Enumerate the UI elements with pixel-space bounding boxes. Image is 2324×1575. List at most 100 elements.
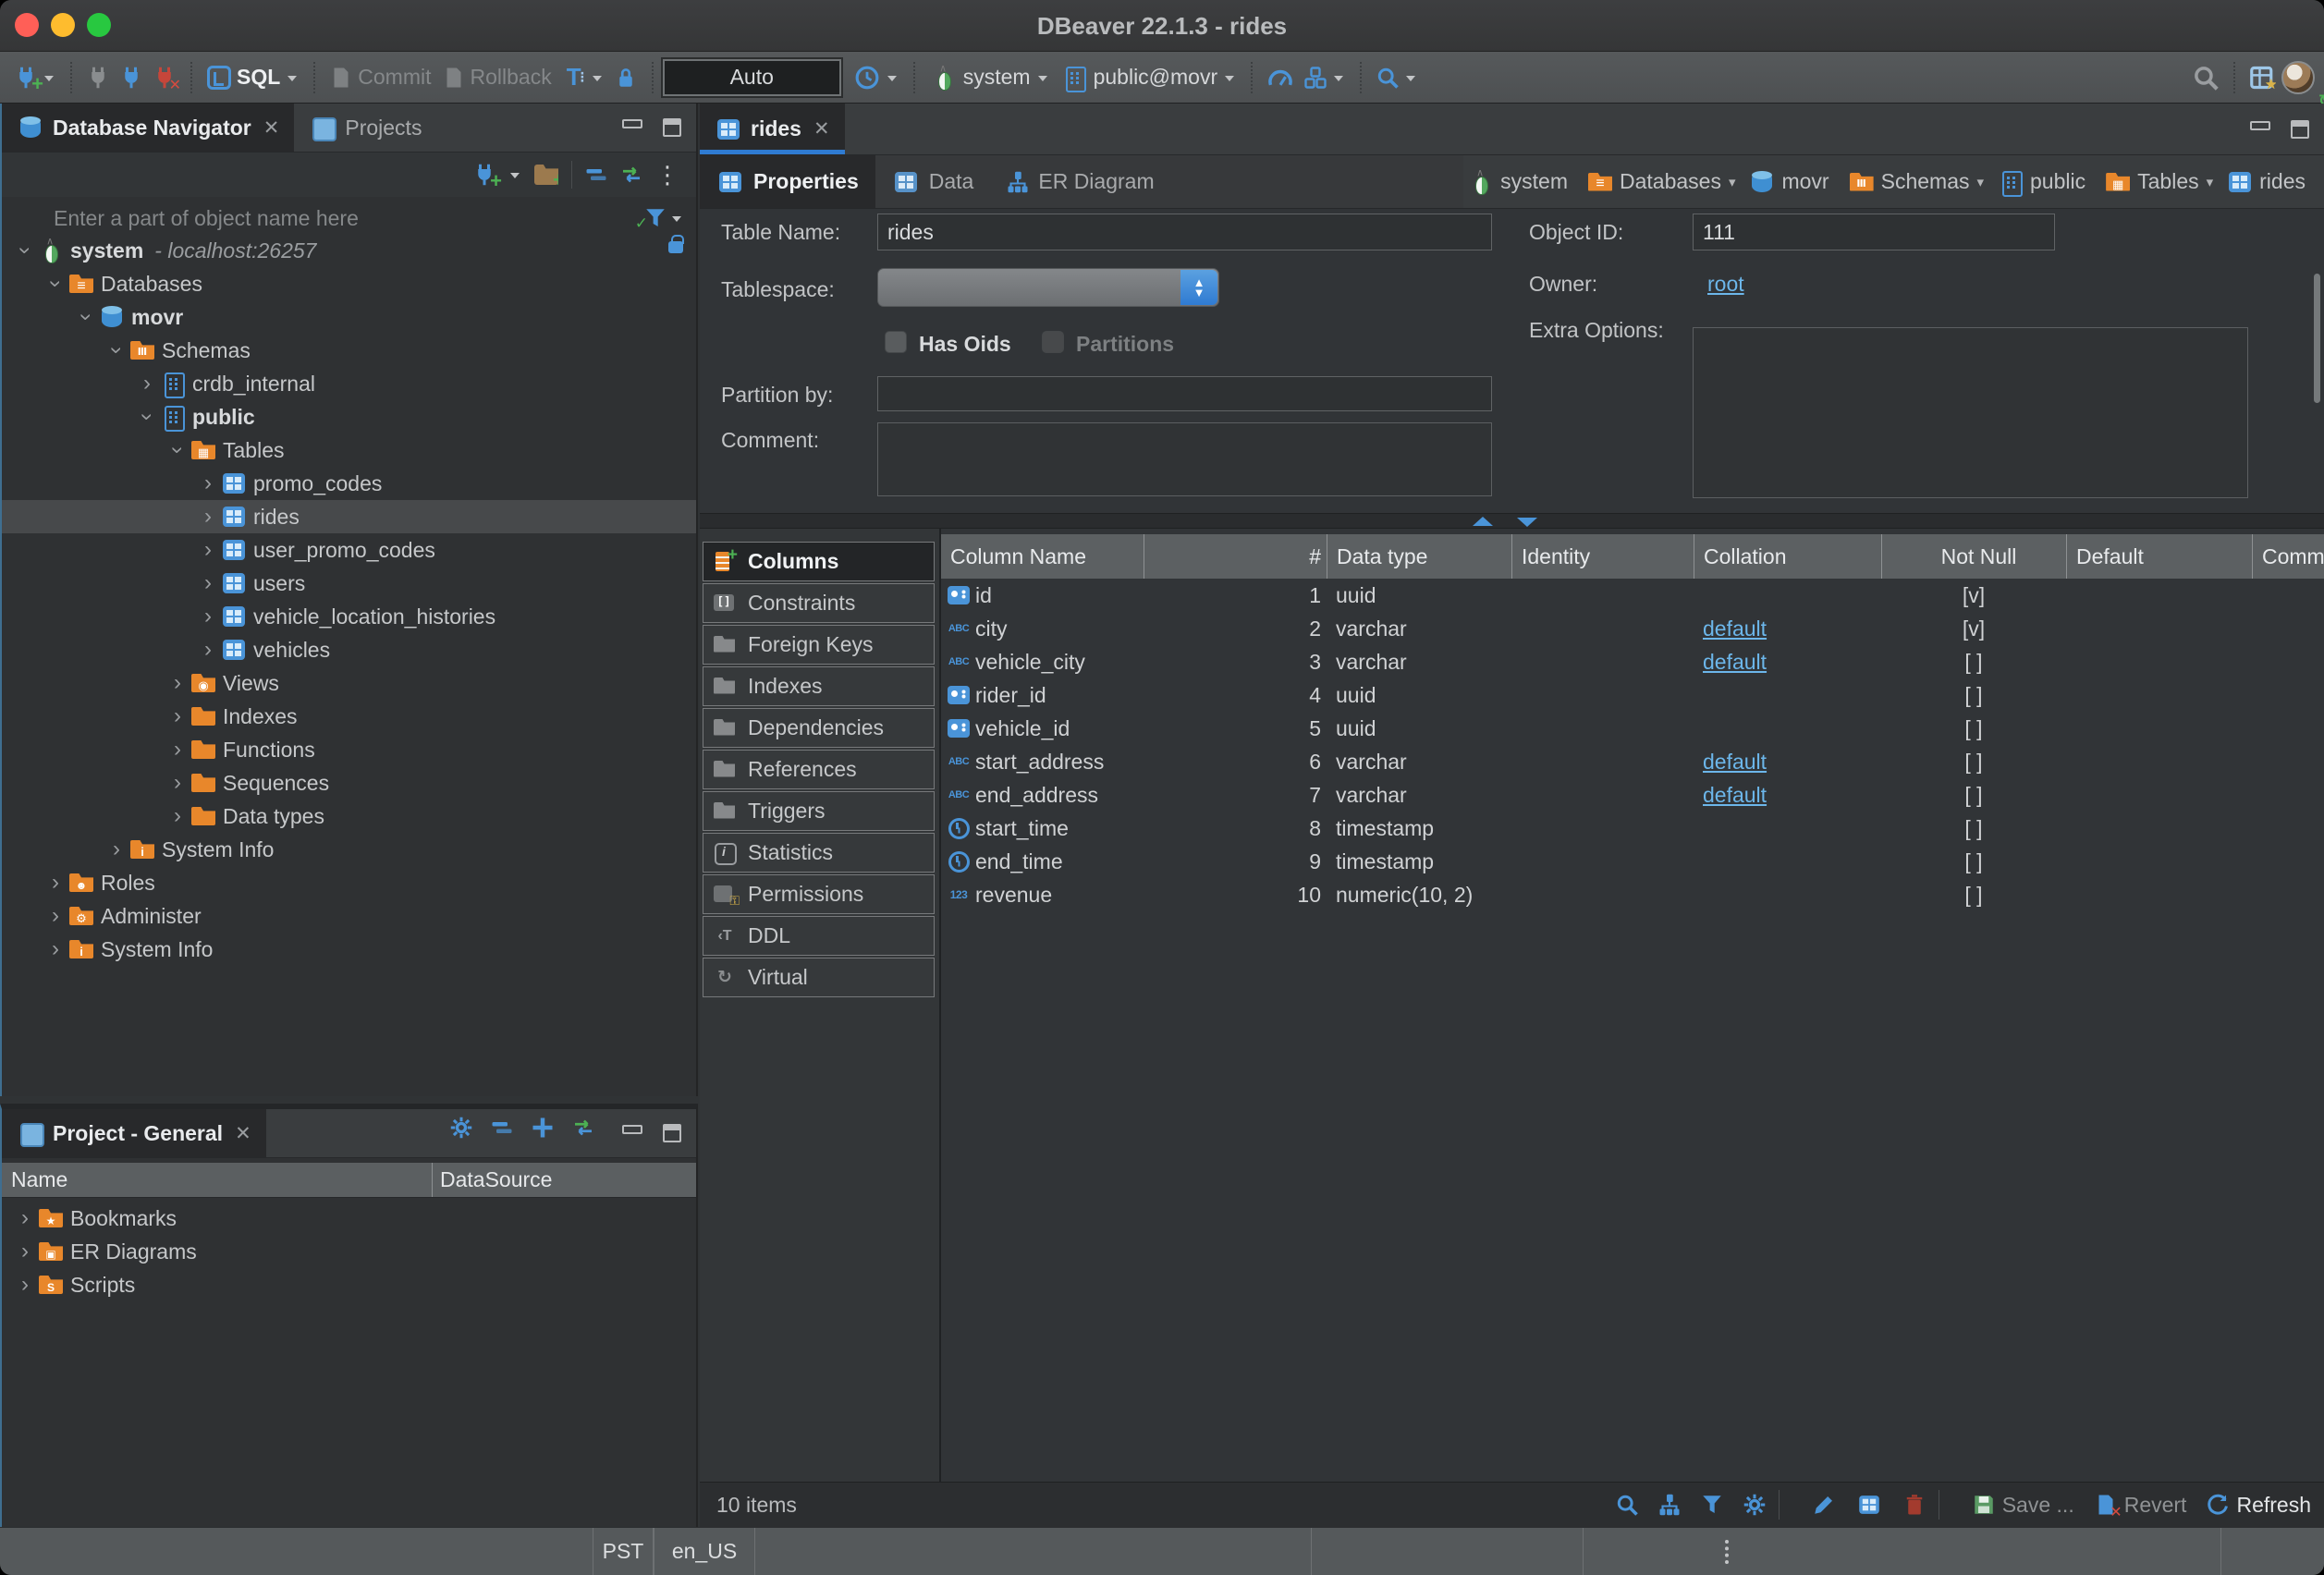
add-column-button[interactable] [1855,1493,1883,1517]
subpage-tab[interactable]: Foreign Keys [703,625,935,665]
column-row[interactable]: end_time 9 timestamp [ ] [941,845,2324,878]
subpage-tab[interactable]: DDL [703,916,935,956]
minimize-window-button[interactable] [51,13,75,37]
sql-editor-button[interactable]: SQL [202,61,304,93]
tree-item[interactable]: Sequences [2,766,696,800]
tree-item[interactable]: Views [2,666,696,700]
tree-item[interactable]: System Info [2,933,696,966]
expand-arrow-icon[interactable] [165,705,190,727]
tab-rides-editor[interactable]: rides ✕ [700,104,845,154]
header-not-null[interactable]: Not Null [1881,534,2066,579]
tree-item[interactable]: Databases [2,267,696,300]
expand-arrow-icon[interactable] [135,406,159,428]
expand-arrow-icon[interactable] [196,639,220,661]
tree-item[interactable]: Indexes [2,700,696,733]
compare-dropdown[interactable] [1332,71,1345,84]
filter-settings[interactable] [644,207,696,229]
tree-item[interactable]: Data types [2,800,696,833]
active-database-selector[interactable]: public@movr [1055,61,1242,93]
expand-arrow-icon[interactable] [135,372,159,395]
breadcrumb-caret[interactable]: ▾ [1976,174,1984,190]
transaction-history-button[interactable] [849,61,904,94]
tree-item[interactable]: Roles [2,866,696,899]
subpage-tab[interactable]: Columns [703,542,935,581]
collapse-all-icon[interactable] [491,1117,513,1139]
column-not-null[interactable]: [ ] [1881,716,2066,741]
tree-item[interactable]: vehicles [2,633,696,666]
maximize-panel-icon[interactable] [663,1124,681,1142]
tree-item[interactable]: Schemas [2,334,696,367]
transaction-dropdown[interactable] [591,71,604,84]
expand-arrow-icon[interactable] [13,1240,37,1263]
breadcrumb-item[interactable]: Tables ▾ [2100,169,2217,194]
tree-item[interactable]: rides [2,500,696,533]
object-id-input[interactable] [1693,214,2055,250]
subpage-tab[interactable]: Virtual [703,958,935,997]
column-not-null[interactable]: [ ] [1881,816,2066,841]
expand-arrow-icon[interactable] [43,905,67,927]
dashboard-button[interactable] [1262,61,1299,94]
new-folder-icon[interactable] [534,165,558,185]
subtab-properties[interactable]: Properties [700,155,875,208]
expand-arrow-icon[interactable] [43,938,67,960]
column-not-null[interactable]: [v] [1881,617,2066,641]
breadcrumb-caret[interactable]: ▾ [2207,174,2214,190]
column-header-name[interactable]: Name [2,1163,433,1197]
expand-arrow-icon[interactable] [165,772,190,794]
expand-arrow-icon[interactable] [165,672,190,694]
breadcrumb-item[interactable]: Databases ▾ [1583,169,1740,194]
sql-dropdown[interactable] [286,71,299,84]
expand-arrow-icon[interactable] [196,605,220,628]
subpage-tab[interactable]: Constraints [703,583,935,623]
expand-arrow-icon[interactable] [165,805,190,827]
delete-column-button[interactable] [1903,1494,1926,1516]
subpage-tab[interactable]: Indexes [703,666,935,706]
tree-item[interactable]: System Info [2,833,696,866]
collation-link[interactable]: default [1703,783,1767,807]
maximize-panel-icon[interactable] [663,118,681,137]
breadcrumb-item[interactable]: system [1463,169,1577,194]
column-row[interactable]: vehicle_city 3 varchar default [ ] [941,645,2324,678]
header-column-name[interactable]: Column Name [941,534,1144,579]
settings-gear-icon[interactable] [450,1117,472,1139]
tree-item[interactable]: users [2,567,696,600]
expand-arrow-icon[interactable] [13,1207,37,1229]
comment-textarea[interactable] [877,422,1492,496]
disconnect-button[interactable] [148,63,181,92]
search-dropdown[interactable] [1404,71,1417,84]
filter-dropdown[interactable] [670,212,683,225]
header-ordinal[interactable]: # [1144,534,1327,579]
new-connection-icon[interactable] [473,164,495,186]
expand-arrow-icon[interactable] [43,872,67,894]
tab-database-navigator[interactable]: Database Navigator ✕ [2,104,294,152]
column-not-null[interactable]: [ ] [1881,883,2066,908]
collapse-all-icon[interactable] [585,164,607,186]
tree-item[interactable]: movr [2,300,696,334]
column-row[interactable]: id 1 uuid [v] [941,579,2324,612]
column-row[interactable]: vehicle_id 5 uuid [ ] [941,712,2324,745]
expand-arrow-icon[interactable] [165,739,190,761]
refresh-button[interactable]: Refresh [2207,1493,2311,1518]
header-default[interactable]: Default [2066,534,2252,579]
extra-options-box[interactable] [1693,327,2248,498]
header-comment[interactable]: Comm [2252,534,2324,579]
subpage-tab[interactable]: Triggers [703,791,935,831]
tree-item[interactable]: Administer [2,899,696,933]
minimize-panel-icon[interactable] [622,119,642,128]
expand-arrow-icon[interactable] [43,273,67,295]
link-with-editor-icon[interactable] [572,1117,594,1139]
refresh-tree-button[interactable] [1658,1494,1681,1516]
tree-item[interactable]: Tables [2,433,696,467]
tree-item[interactable]: vehicle_location_histories [2,600,696,633]
quick-search-button[interactable] [2187,61,2224,94]
column-header-datasource[interactable]: DataSource [433,1163,696,1197]
tab-projects[interactable]: Projects [294,104,436,152]
subtab-er-diagram[interactable]: ER Diagram [990,155,1170,208]
column-not-null[interactable]: [ ] [1881,650,2066,675]
breadcrumb-item[interactable]: rides [2222,169,2315,194]
tree-item[interactable]: Functions [2,733,696,766]
header-data-type[interactable]: Data type [1327,534,1511,579]
partition-by-input[interactable] [877,376,1492,411]
expand-all-icon[interactable] [532,1117,554,1139]
full-text-search-button[interactable] [1371,63,1423,92]
